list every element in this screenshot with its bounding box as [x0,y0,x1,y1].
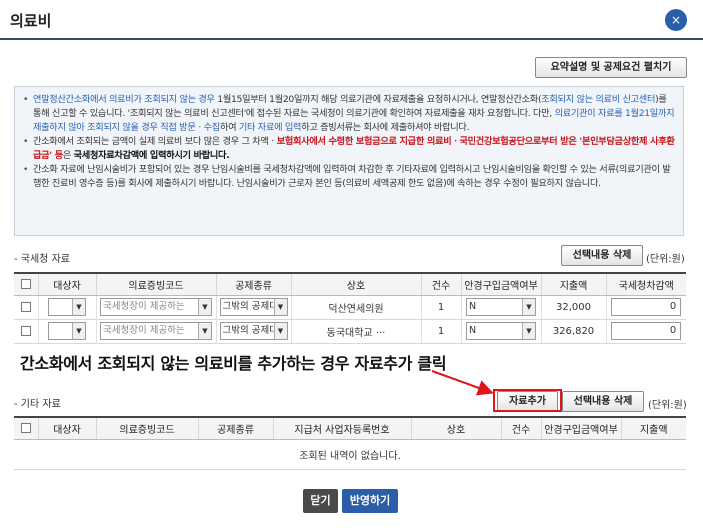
other-unit-label: (단위:원) [648,400,687,411]
chevron-down-icon: ▼ [522,299,535,315]
target-cell: ▼ [37,295,96,320]
checkbox-icon[interactable] [20,422,31,433]
nts-table-header: 대상자 의료증빙코드 공제종류 상호 건수 안경구입금액여부 지출액 국세청차감… [14,272,686,296]
type-select[interactable]: 그밖의 공제대상 ▼ [219,322,288,340]
target-select[interactable]: ▼ [48,298,86,316]
nts-col-target: 대상자 [37,272,96,296]
nts-col-amount: 지출액 [540,272,606,296]
nts-col-glasses: 안경구입금액여부 [460,272,541,296]
row-checkbox-cell[interactable] [14,319,38,344]
other-col-bizno: 지급처 사업자등록번호 [272,416,411,440]
chevron-down-icon: ▼ [72,323,85,339]
nts-unit-label: (단위:원) [646,254,685,265]
annotation-text: 간소화에서 조회되지 않는 의료비를 추가하는 경우 자료추가 클릭 [20,354,447,373]
notice-text: 은 [62,150,74,161]
nts-col-deduction: 국세청차감액 [605,272,686,296]
code-select-value: 국세청장이 제공하는 [103,325,185,336]
other-table-header: 대상자 의료증빙코드 공제종류 지급처 사업자등록번호 상호 건수 안경구입금액… [14,416,686,440]
notice-text: 간소화에서 조회되는 금액이 실제 의료비 보다 많은 경우 그 차액ㆍ [33,136,277,147]
dialog-titlebar: 의료비 × [0,0,703,40]
other-select-all-checkbox[interactable] [14,416,38,440]
nts-col-code: 의료증빙코드 [95,272,216,296]
type-cell: 그밖의 공제대상 ▼ [215,319,291,344]
table-row: ▼ 국세청장이 제공하는 ▼ 그밖의 공제대상 ▼ 동국대학교 ··· 1 N ▼ 3… [14,319,686,344]
nts-col-name: 상호 [290,272,421,296]
deduction-cell: 0 [605,319,686,344]
deduction-cell: 0 [605,295,686,320]
glasses-select[interactable]: N ▼ [466,322,536,340]
count-cell: 1 [420,295,461,320]
other-col-code: 의료증빙코드 [95,416,198,440]
empty-message: 조회된 내역이 없습니다. [14,439,686,470]
nts-table: 대상자 의료증빙코드 공제종류 상호 건수 안경구입금액여부 지출액 국세청차감… [14,272,686,344]
notice-text: 기타 자료에 입력 [238,122,302,133]
nts-col-count: 건수 [420,272,461,296]
amount-cell: 326,820 [540,319,606,344]
other-col-count: 건수 [500,416,541,440]
other-col-glasses: 안경구입금액여부 [540,416,621,440]
name-cell: 덕산연세의원 [290,295,421,320]
code-cell: 국세청장이 제공하는 ▼ [95,319,216,344]
notice-item-2: 간소화에서 조회되는 금액이 실제 의료비 보다 많은 경우 그 차액ㆍ보험회사… [23,135,675,163]
notice-item-3: 간소화 자료에 난임시술비가 포함되어 있는 경우 난임시술비를 국세청차감액에… [23,163,675,191]
code-select-value: 국세청장이 제공하는 [103,301,185,312]
notice-text: 간소화 자료에 난임시술비가 포함되어 있는 경우 난임시술비를 국세청차감액에… [33,164,671,189]
apply-button[interactable]: 반영하기 [342,489,398,513]
glasses-select[interactable]: N ▼ [466,298,536,316]
target-cell: ▼ [37,319,96,344]
nts-col-type: 공제종류 [215,272,291,296]
target-select[interactable]: ▼ [48,322,86,340]
notice-box: 연말정산간소화에서 의료비가 조회되지 않는 경우 1월15일부터 1월20일까… [14,86,684,236]
add-button-highlight [493,389,562,412]
notice-item-1: 연말정산간소화에서 의료비가 조회되지 않는 경우 1월15일부터 1월20일까… [23,93,675,135]
code-select[interactable]: 국세청장이 제공하는 ▼ [100,298,212,316]
nts-section-label: - 국세청 자료 [14,254,70,265]
notice-text: 국세청자료차감액에 입력하시기 바랍니다. [73,150,230,161]
other-col-type: 공제종류 [197,416,273,440]
nts-delete-selected-button[interactable]: 선택내용 삭제 [561,245,643,266]
count-cell: 1 [420,319,461,344]
amount-cell: 32,000 [540,295,606,320]
other-table: 대상자 의료증빙코드 공제종류 지급처 사업자등록번호 상호 건수 안경구입금액… [14,416,686,470]
checkbox-icon[interactable] [20,278,31,289]
other-col-target: 대상자 [37,416,96,440]
type-cell: 그밖의 공제대상 ▼ [215,295,291,320]
close-button[interactable]: 닫기 [303,489,338,513]
code-select[interactable]: 국세청장이 제공하는 ▼ [100,322,212,340]
notice-text: 하고 증빙서류는 회사에 제출하셔야 바랍니다. [301,122,470,133]
chevron-down-icon: ▼ [273,299,287,315]
other-col-amount: 지출액 [620,416,686,440]
dialog-title: 의료비 [10,12,52,30]
notice-link-report-center: 조회되지 않는 의료비 신고센터 [541,94,656,105]
other-col-name: 상호 [410,416,501,440]
deduction-input[interactable]: 0 [611,322,682,340]
summary-toggle-button[interactable]: 요약설명 및 공제요건 펼치기 [535,57,687,78]
chevron-down-icon: ▼ [72,299,85,315]
nts-select-all-checkbox[interactable] [14,272,38,296]
notice-text: 1월15일부터 1월20일까지 해당 의료기관에 자료제출을 요청하시거나, 연… [214,94,542,105]
other-section-label: - 기타 자료 [14,399,61,410]
notice-text: 연말정산간소화에서 의료비가 조회되지 않는 경우 [33,94,215,105]
chevron-down-icon: ▼ [198,323,211,339]
chevron-down-icon: ▼ [198,299,211,315]
close-icon[interactable]: × [665,9,687,31]
glasses-cell: N ▼ [460,319,541,344]
other-delete-selected-button[interactable]: 선택내용 삭제 [562,391,644,412]
checkbox-icon[interactable] [20,325,31,336]
checkbox-icon[interactable] [20,301,31,312]
table-row: ▼ 국세청장이 제공하는 ▼ 그밖의 공제대상 ▼ 덕산연세의원 1 N ▼ 32,0… [14,295,686,320]
name-cell: 동국대학교 ··· [290,319,421,344]
chevron-down-icon: ▼ [522,323,535,339]
row-checkbox-cell[interactable] [14,295,38,320]
notice-text: 하여 [219,122,239,133]
glasses-cell: N ▼ [460,295,541,320]
chevron-down-icon: ▼ [273,323,287,339]
deduction-input[interactable]: 0 [611,298,682,316]
empty-row: 조회된 내역이 없습니다. [14,439,686,470]
type-select[interactable]: 그밖의 공제대상 ▼ [219,298,288,316]
code-cell: 국세청장이 제공하는 ▼ [95,295,216,320]
